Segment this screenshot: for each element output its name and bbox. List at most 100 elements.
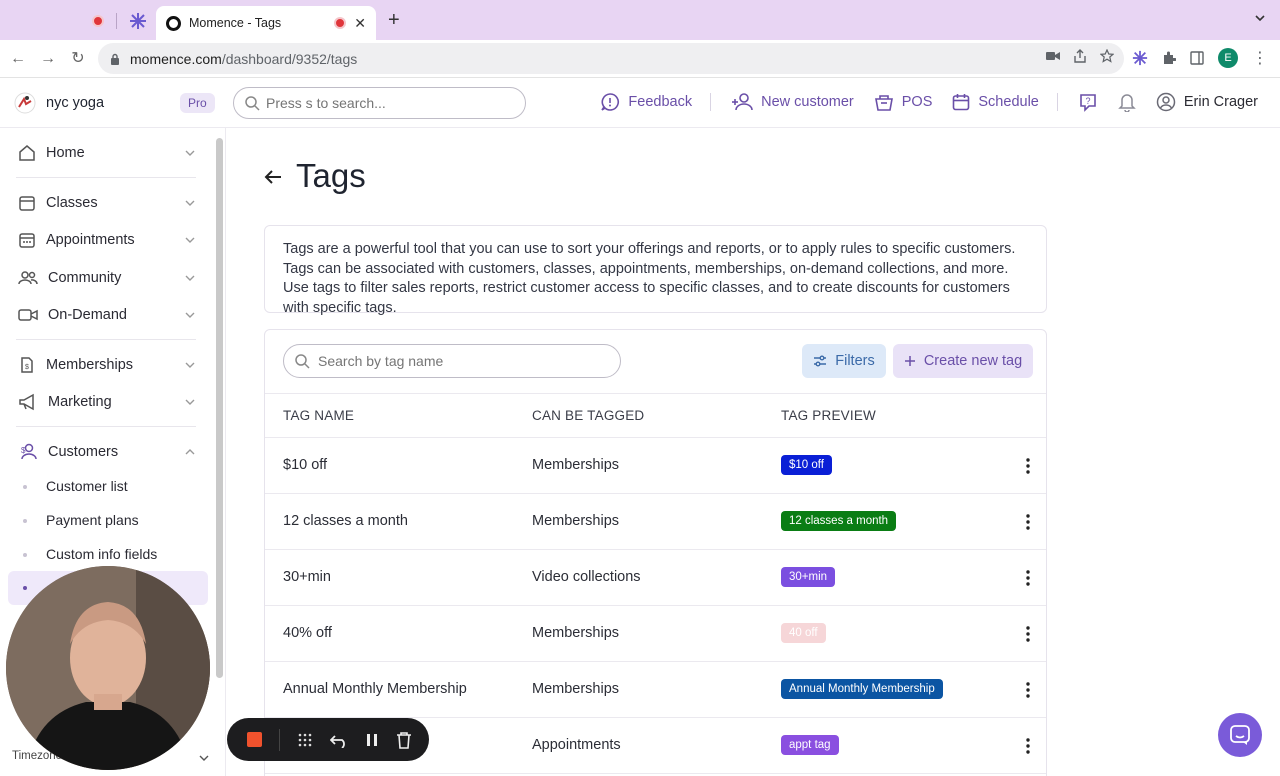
- sidebar-scrollbar[interactable]: [216, 138, 223, 678]
- camera-icon[interactable]: [1046, 51, 1060, 61]
- chevron-down-icon[interactable]: [198, 752, 210, 764]
- add-user-icon: [732, 93, 753, 111]
- share-icon[interactable]: [1074, 49, 1086, 63]
- can-be-tagged-cell: Memberships: [532, 457, 620, 473]
- customers-icon: $: [21, 443, 37, 460]
- tag-search[interactable]: [283, 344, 621, 378]
- webcam-bubble[interactable]: [6, 566, 210, 770]
- notifications-button[interactable]: [1118, 92, 1136, 112]
- sidebar-divider: [16, 177, 196, 178]
- tab-recording-icon: [334, 17, 347, 29]
- filters-button[interactable]: Filters: [802, 344, 886, 378]
- row-actions-icon[interactable]: [1025, 570, 1031, 586]
- plus-icon: [904, 356, 915, 366]
- sidebar-subitem-custom-info-fields[interactable]: Custom info fields: [46, 546, 157, 562]
- column-header-can-be-tagged[interactable]: CAN BE TAGGED: [532, 408, 644, 423]
- tab-active[interactable]: Momence - Tags ✕: [156, 6, 376, 40]
- tag-search-input[interactable]: [318, 353, 608, 369]
- pinned-tabs[interactable]: [92, 12, 147, 30]
- tag-name-cell: Annual Monthly Membership: [283, 681, 467, 697]
- tags-description-card: Tags are a powerful tool that you can us…: [264, 225, 1047, 316]
- users-icon: [18, 271, 38, 285]
- tab-close-icon[interactable]: ✕: [354, 15, 366, 32]
- sidebar-item-marketing[interactable]: Marketing: [18, 388, 196, 416]
- feedback-button[interactable]: Feedback: [600, 92, 692, 112]
- row-actions-icon[interactable]: [1025, 738, 1031, 754]
- calendar-grid-icon: [19, 233, 35, 248]
- sidebar-item-on-demand[interactable]: On-Demand: [18, 301, 196, 329]
- sidebar-subitem-customer-list[interactable]: Customer list: [46, 478, 128, 494]
- tab-list-chevron-icon[interactable]: [1254, 12, 1266, 24]
- page-title: Tags: [296, 157, 366, 194]
- calendar-icon: [953, 94, 970, 111]
- sidebar-item-customers[interactable]: $ Customers: [18, 438, 196, 466]
- chat-support-button[interactable]: [1218, 713, 1262, 757]
- sidebar-item-classes[interactable]: Classes: [18, 189, 196, 217]
- side-panel-icon[interactable]: [1190, 51, 1204, 65]
- table-row[interactable]: $10 off Memberships $10 off: [265, 438, 1046, 494]
- row-actions-icon[interactable]: [1025, 682, 1031, 698]
- schedule-button[interactable]: Schedule: [952, 93, 1039, 111]
- pause-icon[interactable]: [365, 732, 379, 748]
- table-row[interactable]: 12 classes a month Memberships 12 classes …: [265, 494, 1046, 550]
- sidebar-item-home[interactable]: Home: [18, 139, 196, 167]
- tab-separator: [116, 13, 117, 29]
- feedback-label: Feedback: [628, 94, 693, 110]
- row-actions-icon[interactable]: [1025, 514, 1031, 530]
- chevron-up-icon: [185, 449, 195, 455]
- column-header-tag-preview[interactable]: TAG PREVIEW: [781, 408, 876, 423]
- sidebar-item-memberships[interactable]: $ Memberships: [18, 351, 196, 379]
- new-customer-button[interactable]: New customer: [731, 93, 854, 111]
- chevron-down-icon: [185, 150, 195, 156]
- drag-handle-icon[interactable]: [297, 732, 313, 748]
- table-row[interactable]: 40% off Memberships 40 off: [265, 606, 1046, 662]
- user-menu[interactable]: Erin Crager: [1156, 92, 1258, 112]
- back-arrow-icon[interactable]: [263, 168, 283, 186]
- back-icon[interactable]: ←: [8, 49, 28, 69]
- profile-avatar[interactable]: E: [1218, 48, 1238, 68]
- reload-icon[interactable]: ↻: [68, 49, 88, 69]
- sidebar-item-appointments[interactable]: Appointments: [18, 226, 196, 254]
- tab-title: Momence - Tags: [189, 16, 282, 30]
- global-search-input[interactable]: [266, 95, 506, 111]
- chevron-down-icon: [185, 362, 195, 368]
- stop-recording-button[interactable]: [247, 732, 262, 747]
- extension-spark-icon[interactable]: [1132, 50, 1148, 66]
- trash-icon[interactable]: [396, 731, 412, 749]
- bookmark-star-icon[interactable]: [1100, 49, 1114, 63]
- url-field[interactable]: momence.com /dashboard/9352/tags: [98, 43, 1124, 74]
- new-customer-label: New customer: [761, 94, 854, 110]
- browser-menu-icon[interactable]: ⋮: [1252, 48, 1268, 68]
- forward-icon[interactable]: →: [38, 49, 58, 69]
- can-be-tagged-cell: Memberships: [532, 681, 620, 697]
- undo-icon[interactable]: [330, 732, 348, 748]
- pos-button[interactable]: POS: [874, 93, 932, 111]
- video-icon: [18, 309, 38, 321]
- record-icon[interactable]: [92, 15, 104, 27]
- sidebar-item-label: Memberships: [46, 357, 134, 373]
- extension-spark-icon[interactable]: [129, 12, 147, 30]
- puzzle-icon[interactable]: [1162, 51, 1176, 65]
- plan-badge: Pro: [180, 93, 215, 113]
- sidebar-subitem-payment-plans[interactable]: Payment plans: [46, 512, 139, 528]
- sidebar-item-label: Community: [48, 270, 122, 286]
- home-icon: [19, 145, 35, 161]
- column-header-tag-name[interactable]: TAG NAME: [283, 408, 354, 423]
- extensions-area: E ⋮: [1132, 48, 1268, 68]
- sidebar-divider: [16, 339, 196, 340]
- global-search[interactable]: [233, 87, 526, 119]
- table-row[interactable]: 30+min Video collections 30+min: [265, 550, 1046, 606]
- can-be-tagged-cell: Memberships: [532, 513, 620, 529]
- row-actions-icon[interactable]: [1025, 458, 1031, 474]
- create-tag-button[interactable]: Create new tag: [893, 344, 1033, 378]
- sidebar-item-community[interactable]: Community: [18, 264, 196, 292]
- chat-icon: [1230, 725, 1250, 745]
- table-row[interactable]: Annual Monthly Membership Memberships Annu…: [265, 662, 1046, 718]
- studio-brand[interactable]: nyc yoga: [14, 92, 104, 114]
- sidebar-item-label: Appointments: [46, 232, 135, 248]
- new-tab-icon[interactable]: +: [388, 9, 400, 32]
- tag-preview-badge: $10 off: [781, 455, 832, 475]
- row-actions-icon[interactable]: [1025, 626, 1031, 642]
- header-actions: Feedback New customer POS Schedule ? Eri…: [580, 92, 1258, 112]
- help-button[interactable]: ?: [1078, 92, 1098, 112]
